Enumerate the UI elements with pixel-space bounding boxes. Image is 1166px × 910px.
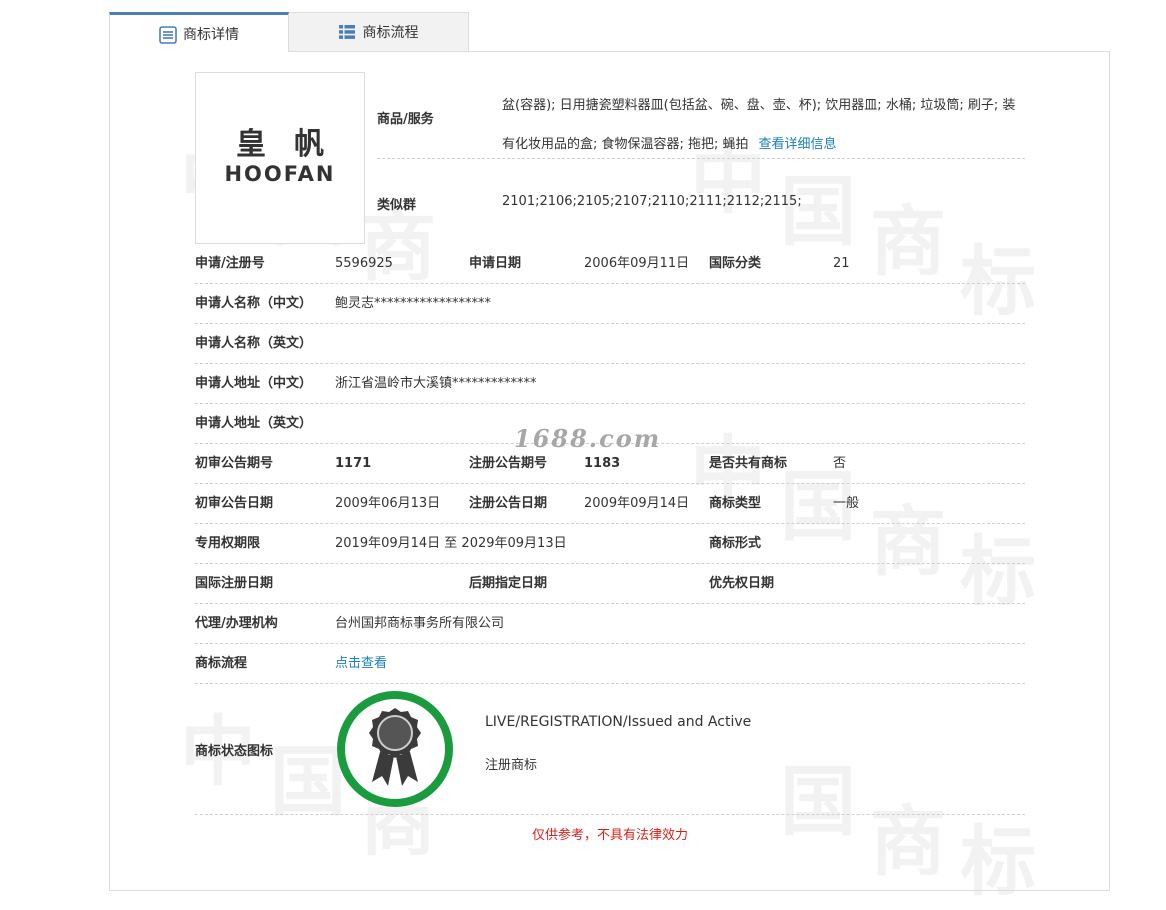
tab-bar: 商标详情 商标流程 <box>109 12 1109 52</box>
goods-services-value: 盆(容器); 日用搪瓷塑料器皿(包括盆、碗、盘、壶、杯); 饮用器皿; 水桶; … <box>502 86 1027 164</box>
tm-form-label: 商标形式 <box>709 536 762 551</box>
priority-date-label: 优先权日期 <box>709 576 775 591</box>
similar-group-label: 类似群 <box>377 198 417 213</box>
apply-date-label: 申请日期 <box>469 256 522 271</box>
status-chinese: 注册商标 <box>485 758 538 773</box>
tab-label: 商标详情 <box>183 26 239 43</box>
goods-services-label: 商品/服务 <box>377 112 434 127</box>
prelim-no-value: 1171 <box>335 456 372 471</box>
later-designation-label: 后期指定日期 <box>469 576 548 591</box>
table-row: 申请人地址（中文） 浙江省温岭市大溪镇************* <box>195 364 1025 404</box>
tab-trademark-details[interactable]: 商标详情 <box>109 12 289 52</box>
exclusive-label: 专用权期限 <box>195 536 261 551</box>
table-row: 申请/注册号 5596925 申请日期 2006年09月11日 国际分类 21 <box>195 244 1025 284</box>
table-row: 国际注册日期 后期指定日期 优先权日期 <box>195 564 1025 604</box>
reg-pub-date-value: 2009年09月14日 <box>584 496 690 511</box>
status-english: LIVE/REGISTRATION/Issued and Active <box>485 714 752 730</box>
applicant-cn-label: 申请人名称（中文） <box>195 296 313 311</box>
reg-no-value: 5596925 <box>335 256 393 271</box>
address-cn-value: 浙江省温岭市大溪镇************* <box>335 376 537 391</box>
intl-class-label: 国际分类 <box>709 256 762 271</box>
logo-chinese: 皇帆 <box>236 127 352 162</box>
tm-type-value: 一般 <box>833 496 860 511</box>
address-cn-label: 申请人地址（中文） <box>195 376 313 391</box>
divider <box>377 158 1025 159</box>
agent-label: 代理/办理机构 <box>195 616 278 631</box>
table-row: 申请人名称（英文） <box>195 324 1025 364</box>
table-row: 申请人名称（中文） 鲍灵志****************** <box>195 284 1025 324</box>
exclusive-value: 2019年09月14日 至 2029年09月13日 <box>335 536 567 551</box>
disclaimer: 仅供参考，不具有法律效力 <box>531 828 688 843</box>
reg-pub-date-label: 注册公告日期 <box>469 496 548 511</box>
trademark-logo: 皇帆 HOOFAN <box>195 72 365 244</box>
shared-label: 是否共有商标 <box>709 456 788 471</box>
document-list-icon <box>159 25 177 44</box>
agent-value: 台州国邦商标事务所有限公司 <box>335 616 505 631</box>
status-icon-label: 商标状态图标 <box>195 744 274 759</box>
prelim-no-label: 初审公告期号 <box>195 456 274 471</box>
table-row: 代理/办理机构 台州国邦商标事务所有限公司 <box>195 604 1025 644</box>
tab-trademark-process[interactable]: 商标流程 <box>289 12 469 52</box>
prelim-date-value: 2009年06月13日 <box>335 496 441 511</box>
reg-no-label: 申请/注册号 <box>195 256 265 271</box>
tab-label: 商标流程 <box>362 25 419 41</box>
view-flow-link[interactable]: 点击查看 <box>335 644 387 684</box>
detail-rows: 申请/注册号 5596925 申请日期 2006年09月11日 国际分类 21 … <box>195 244 1025 815</box>
table-row: 商标流程 点击查看 <box>195 644 1025 684</box>
applicant-cn-value: 鲍灵志****************** <box>335 296 492 311</box>
tm-type-label: 商标类型 <box>709 496 762 511</box>
address-en-label: 申请人地址（英文） <box>195 416 313 431</box>
table-row: 初审公告日期 2009年06月13日 注册公告日期 2009年09月14日 商标… <box>195 484 1025 524</box>
view-details-link[interactable]: 查看详细信息 <box>759 137 837 152</box>
status-row: 商标状态图标 LIVE/REGISTRATION/Issued and Acti… <box>195 684 1025 815</box>
prelim-date-label: 初审公告日期 <box>195 496 274 511</box>
applicant-en-label: 申请人名称（英文） <box>195 336 313 351</box>
site-watermark: 1688.com <box>514 424 662 453</box>
list-icon <box>338 24 355 40</box>
similar-group-value: 2101;2106;2105;2107;2110;2111;2112;2115; <box>502 194 802 209</box>
shared-value: 否 <box>833 456 847 471</box>
registered-badge-icon <box>337 691 453 807</box>
apply-date-value: 2006年09月11日 <box>584 256 690 271</box>
intl-class-value: 21 <box>833 256 850 271</box>
flow-label: 商标流程 <box>195 656 248 671</box>
table-row: 专用权期限 2019年09月14日 至 2029年09月13日 商标形式 <box>195 524 1025 564</box>
logo-english: HOOFAN <box>224 162 336 186</box>
intl-reg-date-label: 国际注册日期 <box>195 576 274 591</box>
